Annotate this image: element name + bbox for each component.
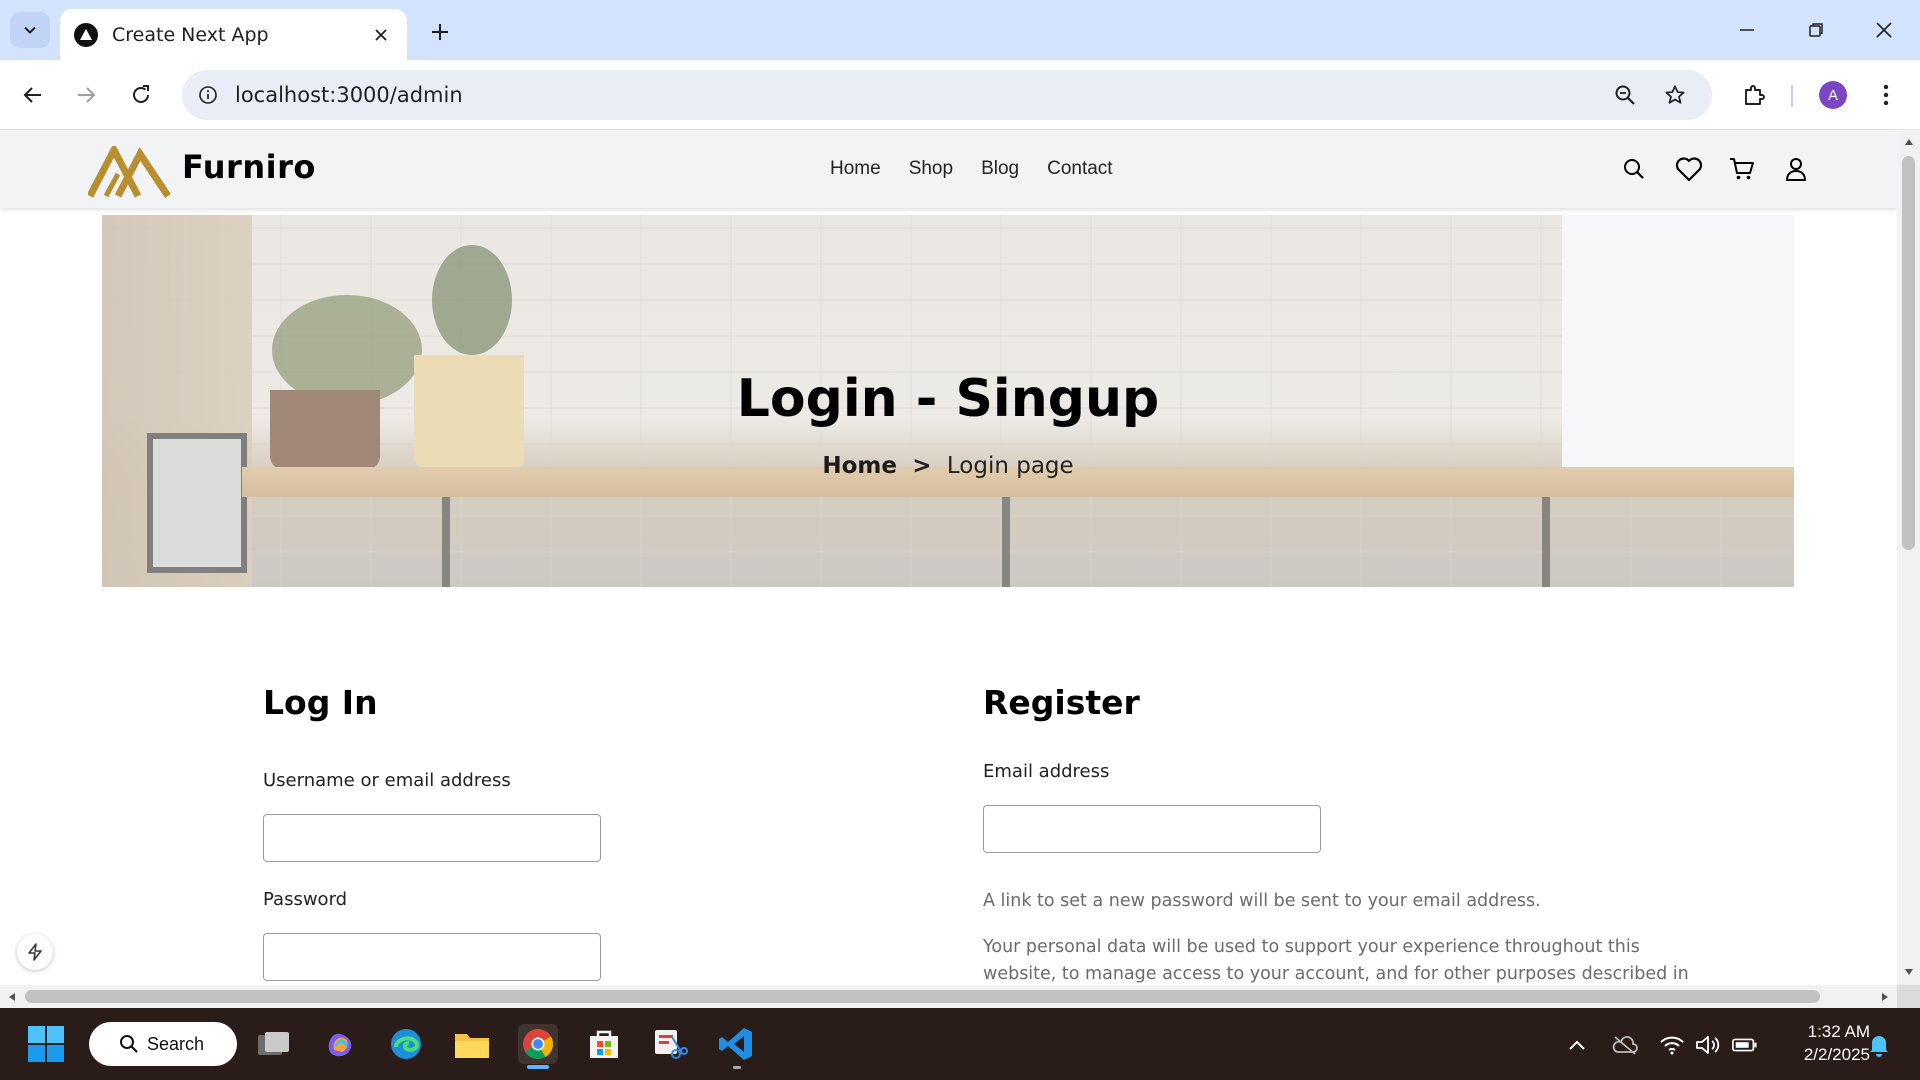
close-window-button[interactable] [1864,10,1904,50]
furniro-logo-icon[interactable] [88,146,172,198]
minimize-button[interactable] [1727,10,1767,50]
nextjs-favicon-icon [74,22,98,47]
search-icon [120,1035,138,1053]
nav-blog[interactable]: Blog [981,158,1019,180]
clock-time: 1:32 AM [1807,1022,1870,1041]
email-field[interactable] [983,805,1321,853]
browser-tab[interactable]: Create Next App [60,9,407,60]
volume-icon[interactable] [1695,1034,1721,1056]
nav-contact[interactable]: Contact [1047,158,1112,180]
bookmark-star-icon[interactable] [1657,77,1693,113]
site-info-icon[interactable] [192,79,224,111]
address-url[interactable]: localhost:3000/admin [235,83,463,107]
horizontal-scroll-thumb[interactable] [25,990,1820,1003]
scroll-down-arrow-icon[interactable] [1899,962,1919,982]
plus-icon [432,24,448,40]
chevron-down-icon [24,26,36,34]
breadcrumb: Home > Login page [102,453,1794,479]
chrome-browser-icon[interactable] [518,1024,558,1064]
vertical-scrollbar[interactable] [1897,130,1920,985]
taskbar-search[interactable]: Search [89,1022,237,1066]
tab-close-icon[interactable] [369,23,393,47]
browser-tab-strip: Create Next App [0,0,1920,60]
forward-button[interactable] [66,75,106,115]
copilot-icon[interactable] [320,1024,360,1064]
scroll-left-arrow-icon[interactable] [2,987,22,1007]
privacy-text-line-1: Your personal data will be used to suppo… [983,937,1640,957]
site-header: Furniro Home Shop Blog Contact [0,130,1897,208]
taskbar-search-label: Search [147,1033,205,1054]
tab-search-button[interactable] [10,12,50,48]
active-app-indicator [527,1065,549,1069]
edge-browser-icon[interactable] [386,1024,426,1064]
breadcrumb-separator: > [912,453,932,479]
brand-name[interactable]: Furniro [182,148,316,186]
heart-icon[interactable] [1673,153,1705,185]
browser-toolbar: localhost:3000/admin A [0,60,1920,130]
nav-home[interactable]: Home [830,158,881,180]
microsoft-store-icon[interactable] [584,1024,624,1064]
hero-banner: Login - Singup Home > Login page [102,215,1794,587]
browser-menu-button[interactable] [1866,75,1906,115]
horizontal-scrollbar[interactable] [0,985,1897,1008]
clock-date: 2/2/2025 [1803,1045,1870,1064]
breadcrumb-home-link[interactable]: Home [822,453,897,479]
snipping-tool-icon[interactable] [650,1024,690,1064]
restore-icon [1809,23,1823,37]
extensions-button[interactable] [1734,75,1774,115]
windows-taskbar: Search 1:32 AM 2/2/2025 [0,1008,1920,1080]
minimize-icon [1740,29,1754,31]
chevron-up-icon[interactable] [1564,1034,1590,1056]
arrow-left-icon [23,87,41,103]
username-input[interactable] [263,814,601,862]
wifi-icon[interactable] [1659,1034,1685,1056]
zoom-icon[interactable] [1607,77,1643,113]
password-link-info: A link to set a new password will be sen… [983,891,1541,911]
close-icon [1876,22,1892,38]
scroll-right-arrow-icon[interactable] [1875,987,1895,1007]
vertical-scroll-thumb[interactable] [1902,156,1915,550]
battery-icon[interactable] [1732,1034,1758,1056]
reload-button[interactable] [121,75,161,115]
system-clock[interactable]: 1:32 AM 2/2/2025 [1770,1020,1870,1066]
profile-avatar[interactable]: A [1819,81,1847,109]
username-label: Username or email address [263,770,511,791]
toolbar-divider [1791,85,1793,107]
cart-icon[interactable] [1726,153,1758,185]
main-nav: Home Shop Blog Contact [830,158,1113,180]
password-label: Password [263,889,348,910]
scrollbar-corner [1897,985,1920,1008]
scroll-up-arrow-icon[interactable] [1899,132,1919,152]
puzzle-icon [1745,85,1765,105]
lightning-bolt-icon [28,943,42,961]
nextjs-dev-tools-button[interactable] [17,934,53,970]
reload-icon [133,85,149,103]
email-label: Email address [983,761,1110,782]
page-title: Login - Singup [736,369,1160,429]
file-explorer-icon[interactable] [452,1024,492,1064]
address-bar[interactable]: localhost:3000/admin [182,70,1712,120]
login-heading: Log In [263,683,378,722]
arrow-right-icon [78,87,96,103]
breadcrumb-current: Login page [946,453,1074,479]
onedrive-offline-icon[interactable] [1612,1034,1638,1056]
new-tab-button[interactable] [422,14,458,50]
vscode-icon[interactable] [716,1024,756,1064]
back-button[interactable] [13,75,53,115]
password-input[interactable] [263,933,601,981]
page-viewport: Furniro Home Shop Blog Contact Login - S… [0,130,1897,985]
privacy-text-line-2: website, to manage access to your accoun… [983,964,1689,984]
search-icon[interactable] [1618,153,1650,185]
windows-start-icon[interactable] [28,1026,64,1062]
nav-shop[interactable]: Shop [909,158,953,180]
notification-bell-icon[interactable] [1866,1034,1892,1057]
restore-button[interactable] [1796,10,1836,50]
task-view-icon[interactable] [254,1024,294,1064]
kebab-menu-icon [1883,84,1889,106]
register-heading: Register [983,683,1140,722]
tab-title: Create Next App [112,23,269,46]
user-icon[interactable] [1780,153,1812,185]
running-app-indicator [733,1066,741,1069]
